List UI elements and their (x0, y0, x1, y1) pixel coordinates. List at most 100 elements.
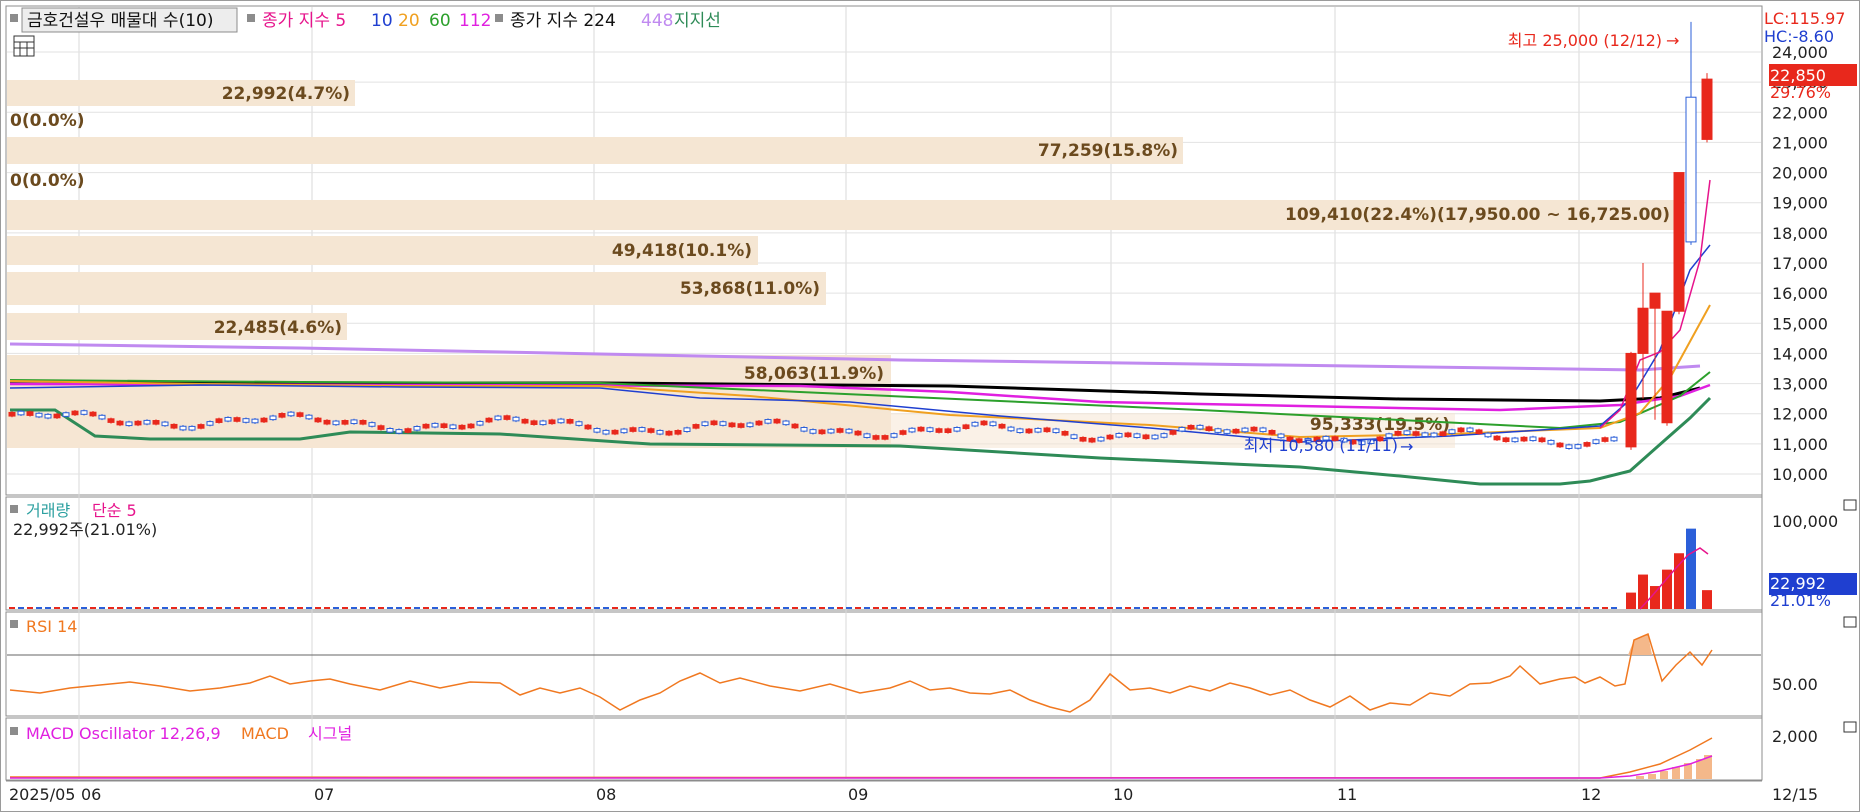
candle (665, 430, 673, 436)
legend-ma112: 112 (459, 11, 491, 31)
volume-bar (387, 607, 393, 609)
x-tick-2: 07 (314, 785, 334, 804)
candle (656, 429, 664, 435)
candle (305, 414, 313, 420)
volume-bar (432, 607, 438, 609)
volume-bar (549, 607, 555, 609)
candle (1493, 435, 1501, 441)
candle (1133, 433, 1141, 438)
macd-label: MACD (241, 724, 289, 743)
candle (1016, 428, 1024, 434)
volume-bar (1170, 607, 1176, 609)
candle (413, 426, 421, 431)
volume-y-tick: 100,000 (1772, 512, 1838, 531)
candle (179, 425, 187, 431)
volume-bar (594, 607, 600, 609)
volume-bar (846, 607, 852, 609)
macd-bar (1648, 774, 1656, 779)
candle (674, 430, 682, 435)
candle (458, 424, 466, 430)
candle (953, 426, 961, 432)
price-tick-7: 17,000 (1772, 254, 1828, 273)
candle (917, 426, 925, 432)
price-tick-8: 16,000 (1772, 284, 1828, 303)
volume-bar (1143, 607, 1149, 609)
candle (827, 428, 835, 434)
volume-bar (1440, 607, 1446, 609)
volume-bar (882, 607, 888, 609)
vp-label-1: 0(0.0%) (10, 111, 85, 131)
candle (431, 422, 439, 428)
legend-marker-ma (247, 14, 255, 22)
volume-bar (1215, 607, 1221, 609)
candle (260, 417, 268, 423)
candle (854, 430, 862, 436)
volume-bar (1566, 607, 1572, 609)
volume-panel-close-icon[interactable] (1843, 499, 1857, 511)
volume-bar (558, 607, 564, 609)
volume-bar (927, 607, 933, 609)
volume-bar (1305, 607, 1311, 609)
grid-toggle-icon[interactable] (13, 35, 35, 57)
volume-bar (1242, 607, 1248, 609)
volume-bar (576, 607, 582, 609)
macd-y-tick: 2,000 (1772, 727, 1818, 746)
volume-bar (288, 607, 294, 609)
candle (503, 415, 511, 420)
candle (1610, 436, 1618, 442)
volume-bar (1368, 607, 1374, 609)
candle (890, 433, 898, 438)
candle (404, 428, 412, 433)
rsi-panel-close-icon[interactable] (1843, 616, 1857, 628)
candle (1214, 428, 1222, 433)
candle (1097, 436, 1105, 442)
price-tick-0: 24,000 (1772, 43, 1828, 62)
price-tick-11: 13,000 (1772, 375, 1828, 394)
candle (26, 411, 34, 416)
volume-bar (603, 607, 609, 609)
volume-bar (990, 607, 996, 609)
candle (1601, 437, 1609, 442)
volume-bar (819, 607, 825, 609)
volume-bar (639, 607, 645, 609)
candle (107, 418, 115, 423)
candle (98, 414, 106, 420)
volume-bar (1431, 607, 1437, 609)
candle (233, 417, 241, 422)
candle (1685, 96, 1697, 243)
candle (1547, 439, 1555, 445)
candle (566, 419, 574, 424)
candle (1232, 428, 1240, 434)
candle (1106, 434, 1114, 440)
candle (206, 421, 214, 426)
volume-bar (1539, 607, 1545, 609)
candle (1592, 439, 1600, 444)
volume-ma-label: 단순 5 (92, 501, 137, 520)
candle (44, 413, 52, 419)
volume-bar (54, 607, 60, 609)
candle (944, 428, 952, 433)
volume-bar (1107, 607, 1113, 609)
volume-bar (90, 607, 96, 609)
candle (1079, 436, 1087, 442)
legend-title: 금호건설우 매물대 수(10) (27, 11, 213, 31)
legend-marker-title (10, 14, 18, 22)
candle (836, 428, 844, 433)
candle (692, 424, 700, 429)
volume-bar (1251, 607, 1257, 609)
rsi-legend-marker (10, 620, 18, 628)
candle (1556, 442, 1564, 448)
candle (1574, 444, 1582, 449)
volume-bar (684, 607, 690, 609)
candle (872, 435, 880, 440)
candle (485, 417, 493, 423)
volume-bar (1413, 607, 1419, 609)
candle (809, 429, 817, 434)
macd-panel-close-icon[interactable] (1843, 721, 1857, 733)
candle (683, 427, 691, 433)
candle (116, 420, 124, 426)
candle (1475, 429, 1483, 435)
candle (1142, 434, 1150, 440)
volume-bar (630, 607, 636, 609)
volume-bar (1341, 607, 1347, 609)
